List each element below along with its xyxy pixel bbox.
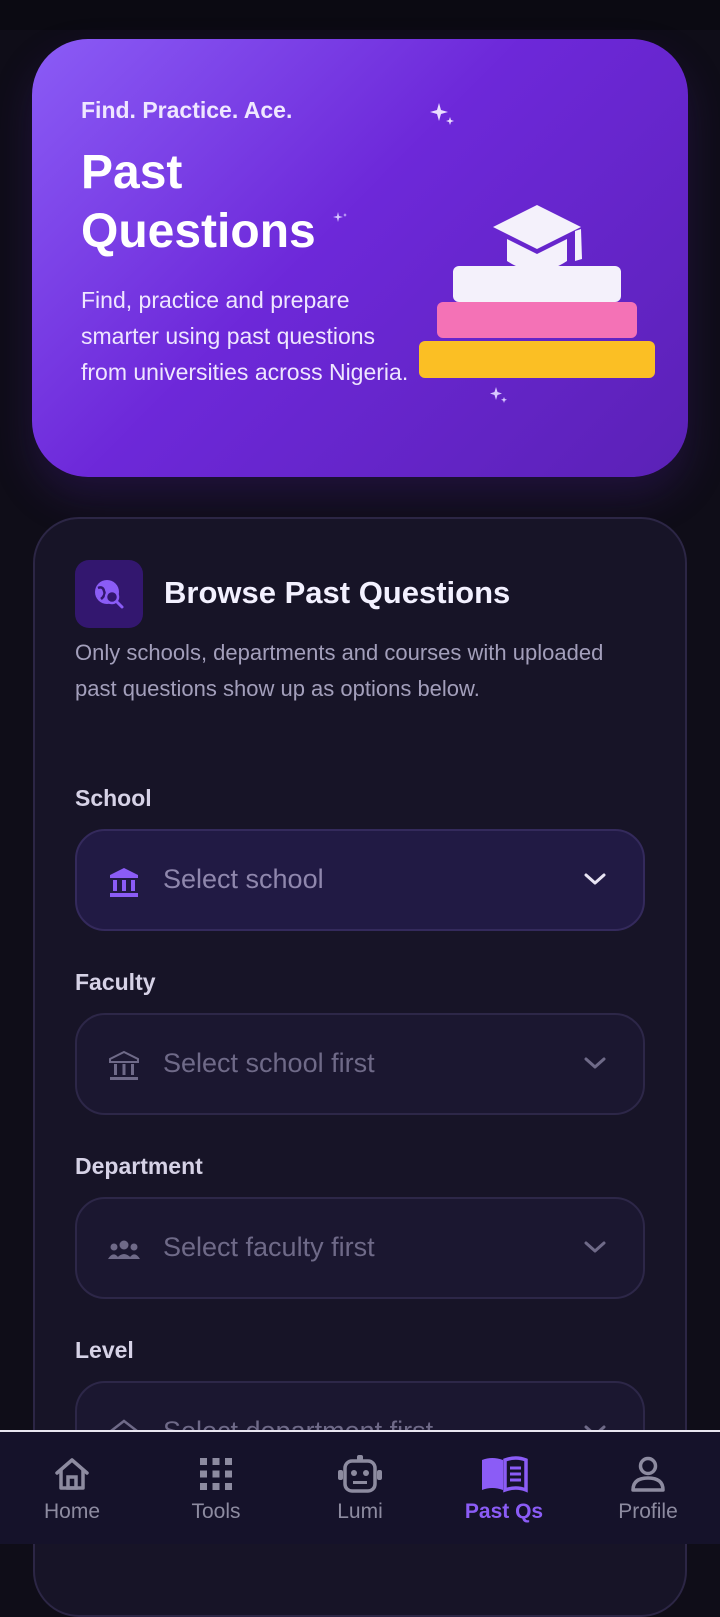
robot-icon [338,1455,382,1493]
sparkle-small-icon [333,212,347,222]
sparkle-icon [430,103,454,125]
nav-label-lumi: Lumi [337,1500,383,1523]
status-bar-area [0,0,720,30]
chevron-down-icon [584,1057,606,1069]
faculty-select[interactable]: Select school first [75,1013,645,1115]
home-icon [55,1458,89,1490]
browse-description: Only schools, departments and courses wi… [75,640,604,701]
faculty-select-placeholder: Select school first [163,1048,375,1078]
department-select-placeholder: Select faculty first [163,1232,375,1262]
nav-item-lumi[interactable]: Lumi [288,1432,432,1544]
globe-search-icon [95,580,124,609]
hero-description: Find, practice and prepare smarter using… [81,287,409,385]
nav-item-tools[interactable]: Tools [144,1432,288,1544]
faculty-building-icon [109,1050,139,1080]
nav-item-past-qs[interactable]: Past Qs [432,1432,576,1544]
school-select[interactable]: Select school [75,829,645,931]
person-icon [631,1456,665,1492]
grid-icon [200,1458,232,1490]
school-label: School [75,785,152,811]
hero-tagline: Find. Practice. Ace. [81,97,293,123]
school-select-placeholder: Select school [163,864,324,894]
sparkle-bottom-icon [490,387,507,403]
book-middle [437,302,637,338]
browse-title: Browse Past Questions [164,575,511,610]
chevron-down-icon [584,873,606,885]
bottom-navigation: Home Tools Lumi Past Qs Profile [0,1430,720,1544]
nav-item-home[interactable]: Home [0,1432,144,1544]
nav-label-past-qs: Past Qs [464,1500,544,1523]
book-top [453,266,621,302]
department-select[interactable]: Select faculty first [75,1197,645,1299]
hero-banner: Find. Practice. Ace. Past Questions Find… [32,39,688,477]
book-bottom [419,341,655,378]
school-building-icon [110,868,138,897]
nav-item-profile[interactable]: Profile [576,1432,720,1544]
chevron-down-icon [584,1241,606,1253]
hero-title: Past Questions [81,146,316,258]
open-book-icon [482,1456,528,1493]
level-label: Level [75,1337,134,1363]
people-group-icon [108,1240,140,1259]
browse-search-badge [75,560,143,628]
department-label: Department [75,1153,203,1179]
nav-label-home: Home [43,1500,101,1523]
nav-label-profile: Profile [618,1500,678,1523]
nav-label-tools: Tools [191,1500,241,1523]
faculty-label: Faculty [75,969,156,995]
